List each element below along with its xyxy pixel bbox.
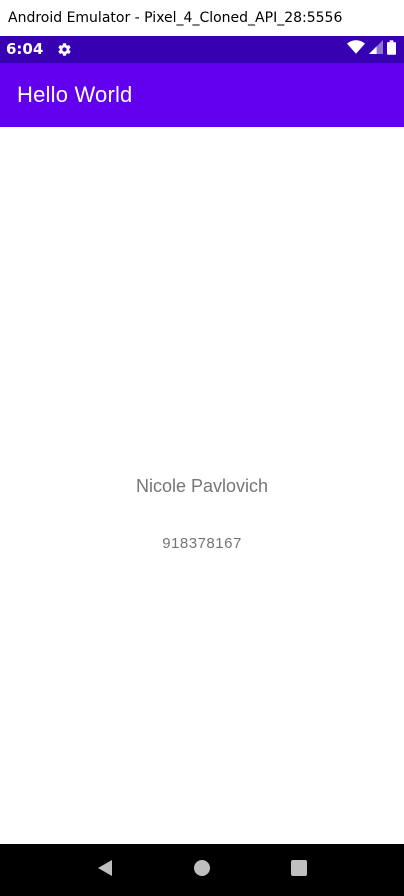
window-title: Android Emulator - Pixel_4_Cloned_API_28…	[8, 10, 343, 26]
app-title: Hello World	[17, 82, 133, 107]
home-icon	[193, 859, 210, 881]
main-content: Nicole Pavlovich 918378167	[0, 127, 404, 844]
back-button[interactable]	[85, 850, 125, 890]
contact-name: Nicole Pavlovich	[135, 476, 269, 496]
status-icons	[347, 39, 396, 60]
emulator-window: Android Emulator - Pixel_4_Cloned_API_28…	[0, 0, 404, 896]
wifi-icon	[347, 40, 365, 59]
app-bar: Hello World	[0, 63, 404, 127]
recents-icon	[291, 859, 308, 881]
home-button[interactable]	[182, 850, 222, 890]
status-time: 6:04	[6, 40, 44, 58]
signal-icon	[369, 40, 383, 59]
battery-icon	[387, 39, 396, 60]
gear-icon	[56, 42, 72, 58]
window-title-bar: Android Emulator - Pixel_4_Cloned_API_28…	[0, 0, 404, 36]
recents-button[interactable]	[279, 850, 319, 890]
status-bar: 6:04	[0, 36, 404, 63]
contact-phone: 918378167	[162, 535, 242, 552]
back-icon	[96, 859, 114, 882]
navigation-bar	[0, 844, 404, 896]
